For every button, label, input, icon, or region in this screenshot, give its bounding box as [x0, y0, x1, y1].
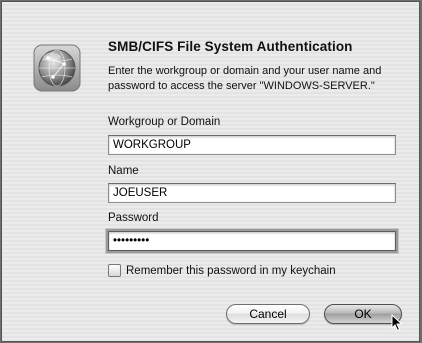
- name-field[interactable]: [108, 183, 396, 203]
- dialog-title: SMB/CIFS File System Authentication: [108, 39, 353, 54]
- network-globe-icon: [33, 44, 81, 92]
- password-field[interactable]: [108, 231, 396, 251]
- cancel-button[interactable]: Cancel: [226, 304, 310, 324]
- mouse-pointer-icon: [391, 314, 403, 332]
- remember-password-option[interactable]: Remember this password in my keychain: [108, 264, 336, 277]
- remember-password-checkbox[interactable]: [108, 264, 121, 277]
- workgroup-label: Workgroup or Domain: [108, 116, 221, 128]
- authentication-dialog: SMB/CIFS File System Authentication Ente…: [1, 1, 420, 342]
- dialog-message: Enter the workgroup or domain and your u…: [108, 65, 382, 92]
- name-label: Name: [108, 165, 139, 177]
- workgroup-field[interactable]: [108, 135, 396, 155]
- password-label: Password: [108, 212, 159, 224]
- remember-password-label: Remember this password in my keychain: [126, 264, 336, 277]
